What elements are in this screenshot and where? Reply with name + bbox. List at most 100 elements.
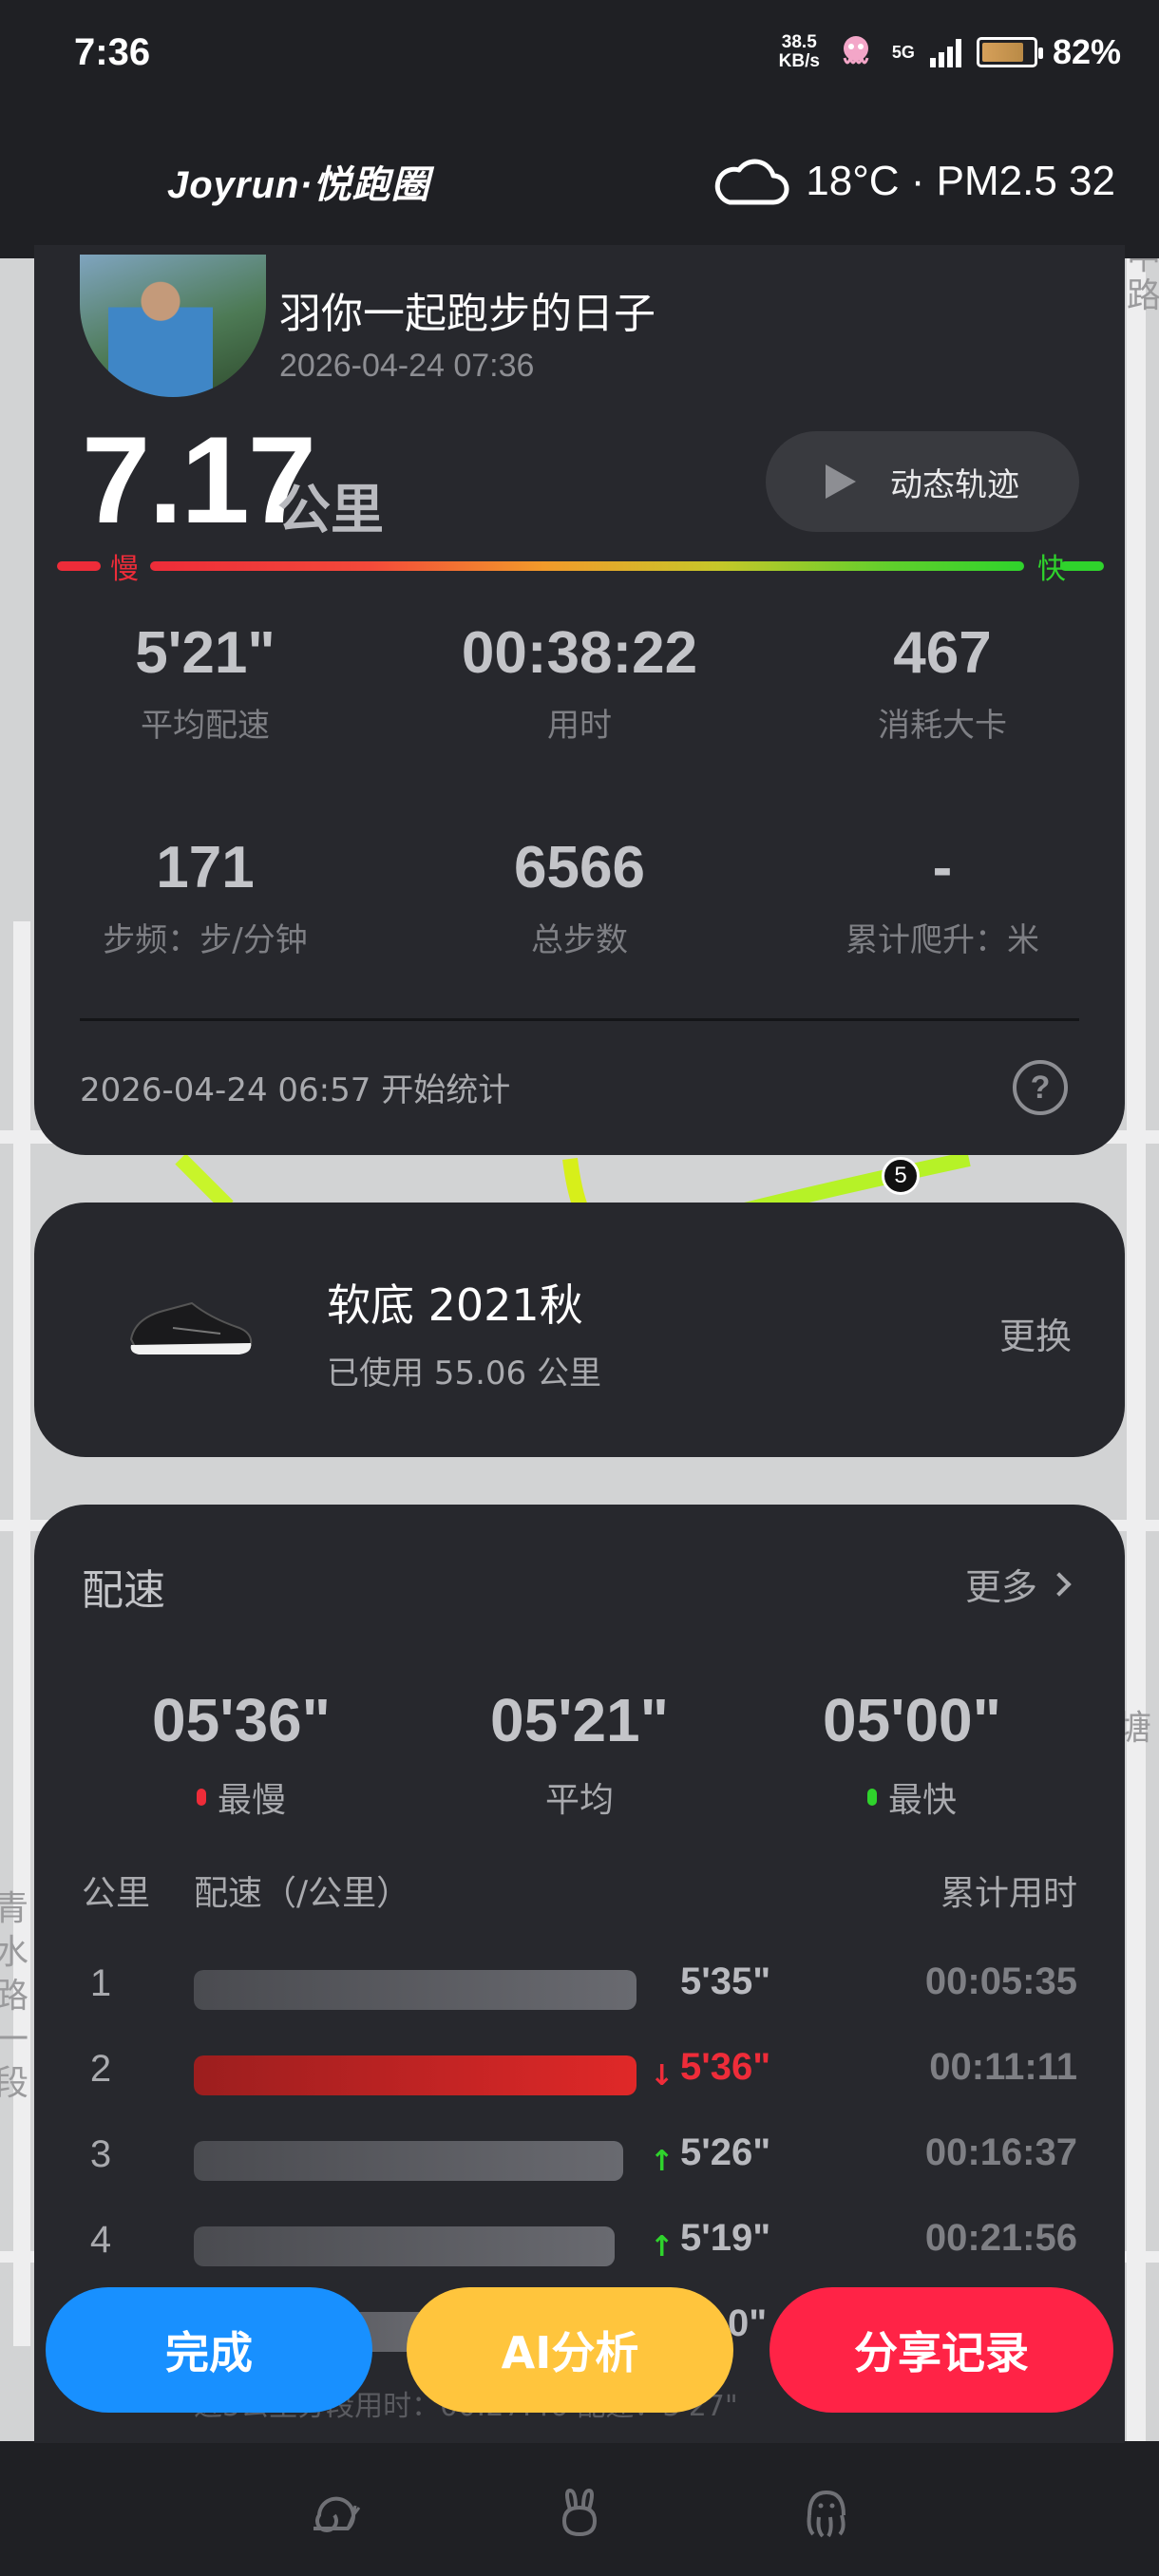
- row-cumulative: 00:11:11: [929, 2046, 1077, 2088]
- status-bar: 7:36 38.5 KB/s 5G 82%: [0, 0, 1159, 104]
- pace-bar: [194, 2226, 615, 2266]
- map-label: 段: [0, 2064, 29, 2103]
- arrow-up-icon: ↑: [650, 2145, 674, 2178]
- network-type: 5G: [891, 42, 915, 62]
- stat-calories: 467 消耗大卡: [771, 619, 1113, 746]
- shoe-card[interactable]: 软底 2021秋 已使用 55.06 公里 更换: [34, 1203, 1125, 1457]
- speed-scale: 慢 快: [57, 545, 1104, 593]
- fast-dot-icon: [866, 1789, 877, 1806]
- pace-more-link[interactable]: 更多: [965, 1558, 1072, 1610]
- stat-label: 步频：步/分钟: [103, 921, 308, 959]
- cloud-icon: [715, 159, 789, 205]
- chevron-right-icon: [1047, 1571, 1072, 1597]
- stat-avg-pace: 5'21" 平均配速: [34, 619, 376, 746]
- net-speed: 38.5 KB/s: [779, 33, 820, 71]
- ai-analysis-button[interactable]: AI分析: [407, 2287, 733, 2413]
- map-label: 路: [0, 1977, 29, 2016]
- help-icon[interactable]: ?: [1013, 1060, 1068, 1115]
- stat-value: 467: [893, 620, 992, 686]
- app-header: Joyrun·悦跑圈 18°C · PM2.5 32: [0, 104, 1159, 258]
- pace-slowest: 05'36" 最慢: [99, 1685, 384, 1822]
- snail-icon[interactable]: [306, 2487, 363, 2540]
- map-label: 路: [1127, 276, 1159, 315]
- row-pace: 5'35": [680, 1960, 771, 2002]
- row-km: 1: [89, 1962, 112, 2004]
- app-notification-icon: [843, 36, 869, 65]
- row-pace: 5'19": [680, 2217, 771, 2259]
- table-row: 3 ↑ 5'26" 00:16:37: [34, 2120, 1125, 2206]
- stat-label: 用时: [547, 707, 612, 745]
- pace-summary-label: 最快: [887, 1781, 957, 1820]
- stat-value: 6566: [514, 835, 645, 900]
- pace-summary-label: 平均: [544, 1781, 614, 1820]
- stat-total-steps: 6566 总步数: [408, 834, 750, 960]
- stat-value: 171: [156, 835, 255, 900]
- col-header-km: 公里: [82, 1874, 151, 1913]
- distance-unit: 公里: [277, 480, 384, 541]
- share-record-button[interactable]: 分享记录: [770, 2287, 1113, 2413]
- pace-bar: [194, 1970, 636, 2010]
- stat-value: 5'21": [135, 620, 276, 686]
- table-row: 1 5'35" 00:05:35: [34, 1949, 1125, 2035]
- battery-percent: 82%: [1052, 32, 1121, 71]
- battery-icon: [976, 37, 1043, 67]
- pace-summary-label: 最慢: [217, 1781, 286, 1820]
- weather-text: 18°C · PM2.5 32: [806, 158, 1115, 204]
- row-km: 3: [89, 2133, 112, 2175]
- map-label: 中: [1127, 256, 1159, 277]
- row-pace: 5'26": [680, 2131, 771, 2173]
- shoe-usage: 已使用 55.06 公里: [327, 1354, 601, 1392]
- pace-more-label: 更多: [965, 1566, 1038, 1608]
- speed-slow-label: 慢: [110, 553, 139, 586]
- dynamic-track-button[interactable]: 动态轨迹: [766, 431, 1079, 532]
- slow-dot-icon: [196, 1789, 206, 1806]
- divider: [80, 1018, 1079, 1021]
- pace-title: 配速: [82, 1566, 165, 1615]
- speed-gradient-bar: [150, 561, 1024, 571]
- map-label: 青: [0, 1889, 29, 1928]
- status-time: 7:36: [74, 30, 151, 73]
- row-cumulative: 00:21:56: [924, 2217, 1077, 2259]
- signal-icon: [929, 37, 961, 67]
- status-icons: 38.5 KB/s 5G 82%: [779, 31, 1121, 73]
- user-name: 羽你一起跑步的日子: [279, 290, 656, 338]
- col-header-pace: 配速（/公里）: [194, 1874, 411, 1913]
- row-cumulative: 00:16:37: [924, 2131, 1077, 2173]
- avatar[interactable]: [80, 255, 266, 397]
- pace-fastest: 05'00" 最快: [770, 1685, 1054, 1822]
- play-icon: [826, 464, 856, 499]
- map-label: 一: [0, 2020, 29, 2059]
- stat-label: 消耗大卡: [878, 707, 1007, 745]
- octopus-icon[interactable]: [798, 2487, 855, 2540]
- net-speed-unit: KB/s: [778, 51, 820, 71]
- shoe-name: 软底 2021秋: [327, 1279, 583, 1331]
- weather-info: 18°C · PM2.5 32: [711, 153, 1115, 210]
- stat-elevation: - 累计爬升：米: [771, 834, 1113, 960]
- row-km: 2: [89, 2048, 112, 2090]
- stat-cadence: 171 步频：步/分钟: [34, 834, 376, 960]
- pace-bar: [194, 2141, 624, 2181]
- run-summary-card: 羽你一起跑步的日子 2026-04-24 07:36 7.17 公里 动态轨迹 …: [34, 245, 1125, 1155]
- rabbit-icon[interactable]: [551, 2487, 608, 2540]
- dynamic-track-label: 动态轨迹: [890, 465, 1019, 504]
- km-marker-label: 5: [894, 1163, 907, 1188]
- stat-duration: 00:38:22 用时: [408, 619, 750, 746]
- arrow-up-icon: ↑: [650, 2230, 674, 2263]
- brand-logo: Joyrun·悦跑圈: [167, 164, 430, 206]
- done-button[interactable]: 完成: [46, 2287, 372, 2413]
- table-row: 4 ↑ 5'19" 00:21:56: [34, 2206, 1125, 2291]
- pace-summary-value: 05'36": [152, 1686, 331, 1754]
- row-pace: 5'36": [680, 2046, 771, 2088]
- row-km: 4: [89, 2219, 112, 2261]
- run-date: 2026-04-24 07:36: [279, 348, 535, 384]
- change-shoe-button[interactable]: 更换: [999, 1307, 1072, 1359]
- map-label: 水: [0, 1933, 29, 1972]
- stat-value: 00:38:22: [461, 620, 698, 686]
- pace-summary-value: 05'00": [823, 1686, 1001, 1754]
- arrow-down-icon: ↓: [650, 2059, 674, 2093]
- stat-label: 累计爬升：米: [846, 921, 1039, 959]
- row-pace: 0": [728, 2302, 768, 2344]
- pace-bar: [194, 2055, 636, 2095]
- stat-label: 平均配速: [141, 707, 270, 745]
- stat-value: -: [932, 835, 953, 900]
